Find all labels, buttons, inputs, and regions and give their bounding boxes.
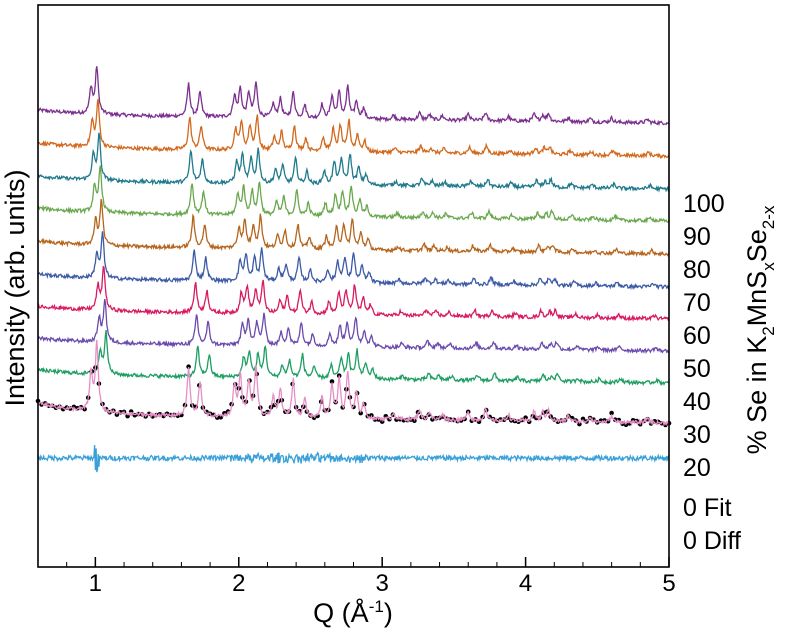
series-line-0-diff: [37, 444, 670, 473]
x-tick-label: 3: [376, 570, 389, 597]
series-line-60: [37, 198, 670, 258]
series-label-30: 30: [683, 421, 711, 449]
x-tick-label: 1: [89, 570, 102, 597]
x-tick-label: 4: [519, 570, 532, 597]
series-label-90: 90: [683, 223, 711, 251]
series-label-100: 100: [683, 190, 725, 218]
series-line-50: [37, 231, 670, 291]
x-axis-title: Q (Å-1): [313, 597, 393, 628]
y-axis-title: Intensity (arb. units): [0, 169, 30, 406]
series-label-20: 20: [683, 454, 711, 482]
series-line-80: [37, 132, 670, 193]
series-label-60: 60: [683, 322, 711, 350]
series-label-50: 50: [683, 355, 711, 383]
series-label-80: 80: [683, 256, 711, 284]
series-label-70: 70: [683, 289, 711, 317]
series-line-90: [37, 98, 670, 160]
traces-group: [35, 66, 672, 473]
series-line-40: [37, 265, 670, 322]
right-axis-title: % Se in K2MnSxSe2-x: [742, 205, 778, 454]
x-axis-ticks: 1 2 3 4 5: [37, 557, 676, 597]
series-labels: 100 90 80 70 60 50 40 30 20 0 Fit 0 Diff: [683, 190, 741, 555]
series-label-0-fit: 0 Fit: [683, 494, 732, 522]
x-tick-label: 2: [232, 570, 245, 597]
series-line-70: [37, 165, 670, 224]
series-line-20: [37, 329, 670, 387]
x-tick-label: 5: [662, 570, 675, 597]
series-line-100: [37, 66, 670, 127]
series-label-0-diff: 0 Diff: [683, 527, 741, 555]
series-line-30: [37, 298, 670, 355]
diffraction-chart: 1 2 3 4 5 100 90 80 70 60 50 40 30 20 0 Fit 0 Diff Q (…: [0, 4, 778, 628]
series-label-40: 40: [683, 388, 711, 416]
